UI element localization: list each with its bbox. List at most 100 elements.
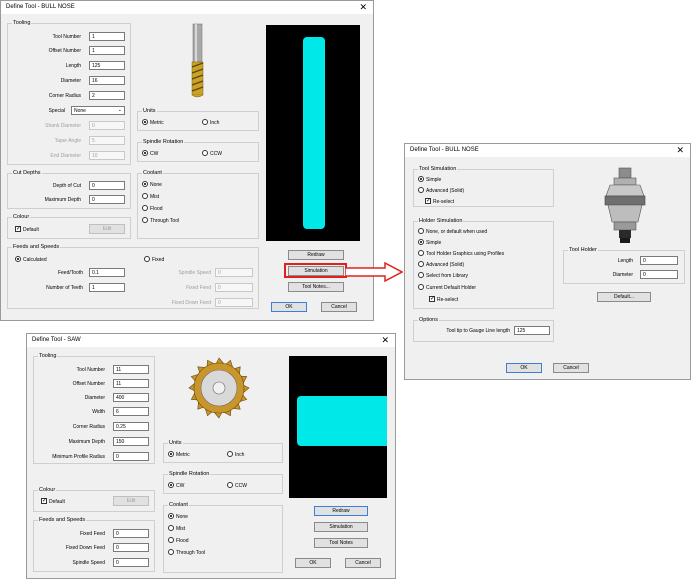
holder-simple-radio[interactable]	[418, 239, 424, 245]
ok-button[interactable]: OK	[295, 558, 331, 568]
close-icon[interactable]: ✕	[676, 145, 684, 155]
fixed-down-feed-label: Fixed Down Feed	[171, 300, 211, 306]
holder-simple-label: Simple	[426, 240, 442, 246]
offset-number-field[interactable]: 1	[89, 46, 125, 55]
group-label: Tooling	[38, 353, 58, 359]
cw-label: CW	[176, 483, 185, 489]
metric-radio[interactable]	[168, 451, 174, 457]
holder-profiles-radio[interactable]	[418, 250, 424, 256]
fixed-label: Fixed	[152, 257, 165, 263]
tool-notes-button[interactable]: Tool Notes	[314, 538, 368, 548]
tool-holder-icon	[604, 167, 646, 243]
coolant-none-radio[interactable]	[168, 513, 174, 519]
coolant-mist-radio[interactable]	[142, 193, 148, 199]
corner-radius-field[interactable]: 2	[89, 91, 125, 100]
diameter-field[interactable]: 16	[89, 76, 125, 85]
holder-profiles-label: Tool Holder Graphics using Profiles	[426, 251, 505, 257]
special-select[interactable]: None ⌄	[71, 106, 125, 115]
cancel-button[interactable]: Cancel	[345, 558, 381, 568]
holder-current-radio[interactable]	[418, 284, 424, 290]
coolant-through-radio[interactable]	[142, 217, 148, 223]
spindle-speed-field[interactable]: 0	[215, 268, 253, 277]
tool-sim-advanced-radio[interactable]	[418, 187, 424, 193]
edit-colour-button[interactable]: Edit	[113, 496, 149, 506]
default-holder-button[interactable]: Default...	[597, 292, 651, 302]
tool-number-field[interactable]: 1	[89, 32, 125, 41]
maximum-depth-field[interactable]: 150	[113, 437, 149, 446]
holder-library-label: Select from Library	[426, 273, 468, 279]
depth-of-cut-label: Depth of Cut	[52, 183, 81, 189]
group-label: Spindle Rotation	[168, 471, 211, 477]
coolant-through-radio[interactable]	[168, 549, 174, 555]
metric-radio[interactable]	[142, 119, 148, 125]
redraw-button[interactable]: Redraw	[314, 506, 368, 516]
simulation-button[interactable]: Simulation	[288, 266, 344, 276]
coolant-mist-radio[interactable]	[168, 525, 174, 531]
holder-length-field[interactable]: 0	[640, 256, 678, 265]
tool-number-field[interactable]: 11	[113, 365, 149, 374]
cw-radio[interactable]	[142, 150, 148, 156]
holder-diameter-label: Diameter	[612, 272, 633, 278]
diameter-field[interactable]: 400	[113, 393, 149, 402]
maximum-depth-field[interactable]: 0	[89, 195, 125, 204]
coolant-flood-radio[interactable]	[168, 537, 174, 543]
simulation-button[interactable]: Simulation	[314, 522, 368, 532]
end-diameter-field[interactable]: 10	[89, 151, 125, 160]
tool-sim-simple-label: Simple	[426, 177, 442, 183]
holder-advanced-radio[interactable]	[418, 261, 424, 267]
default-colour-checkbox[interactable]: ✓	[15, 226, 21, 232]
ccw-label: CCW	[235, 483, 247, 489]
taper-angle-field[interactable]: 5	[89, 136, 125, 145]
taper-angle-label: Taper Angle	[54, 138, 81, 144]
length-field[interactable]: 125	[89, 61, 125, 70]
holder-reselect-checkbox[interactable]: ✓	[429, 296, 435, 302]
fixed-down-feed-field[interactable]: 0	[113, 543, 149, 552]
cw-radio[interactable]	[168, 482, 174, 488]
corner-radius-field[interactable]: 0.25	[113, 422, 149, 431]
holder-diameter-field[interactable]: 0	[640, 270, 678, 279]
tool-reselect-checkbox[interactable]: ✓	[425, 198, 431, 204]
close-icon[interactable]: ✕	[359, 2, 367, 12]
gauge-length-field[interactable]: 125	[514, 326, 550, 335]
ok-button[interactable]: OK	[506, 363, 542, 373]
spindle-speed-field[interactable]: 0	[113, 558, 149, 567]
holder-none-radio[interactable]	[418, 228, 424, 234]
depth-of-cut-field[interactable]: 0	[89, 181, 125, 190]
teeth-field[interactable]: 1	[89, 283, 125, 292]
coolant-none-radio[interactable]	[142, 181, 148, 187]
feed-tooth-field[interactable]: 0.1	[89, 268, 125, 277]
inch-label: Inch	[210, 120, 220, 126]
dialog-title: Define Tool - SAW	[32, 337, 81, 343]
close-icon[interactable]: ✕	[381, 335, 389, 345]
shank-diameter-field[interactable]: 0	[89, 121, 125, 130]
cancel-button[interactable]: Cancel	[553, 363, 589, 373]
end-diameter-label: End Diameter	[50, 153, 81, 159]
fixed-feed-label: Fixed Feed	[185, 285, 211, 291]
edit-colour-button[interactable]: Edit	[89, 224, 125, 234]
offset-number-field[interactable]: 11	[113, 379, 149, 388]
holder-library-radio[interactable]	[418, 272, 424, 278]
width-field[interactable]: 6	[113, 407, 149, 416]
ccw-radio[interactable]	[202, 150, 208, 156]
fixed-radio[interactable]	[144, 256, 150, 262]
holder-current-label: Current Default Holder	[426, 285, 477, 291]
fixed-feed-field[interactable]: 0	[215, 283, 253, 292]
fixed-feed-field[interactable]: 0	[113, 529, 149, 538]
calculated-radio[interactable]	[15, 256, 21, 262]
ccw-radio[interactable]	[227, 482, 233, 488]
spindle-speed-label: Spindle Speed	[178, 270, 211, 276]
tool-sim-simple-radio[interactable]	[418, 176, 424, 182]
inch-radio[interactable]	[227, 451, 233, 457]
fixed-down-feed-field[interactable]: 0	[215, 298, 253, 307]
chevron-down-icon: ⌄	[117, 107, 122, 113]
min-profile-radius-field[interactable]: 0	[113, 452, 149, 461]
ok-button[interactable]: OK	[271, 302, 307, 312]
inch-radio[interactable]	[202, 119, 208, 125]
ccw-label: CCW	[210, 151, 222, 157]
coolant-flood-radio[interactable]	[142, 205, 148, 211]
title-bar: Define Tool - SAW ✕	[27, 334, 395, 347]
cancel-button[interactable]: Cancel	[321, 302, 357, 312]
redraw-button[interactable]: Redraw	[288, 250, 344, 260]
tool-notes-button[interactable]: Tool Notes...	[288, 282, 344, 292]
default-colour-checkbox[interactable]: ✓	[41, 498, 47, 504]
